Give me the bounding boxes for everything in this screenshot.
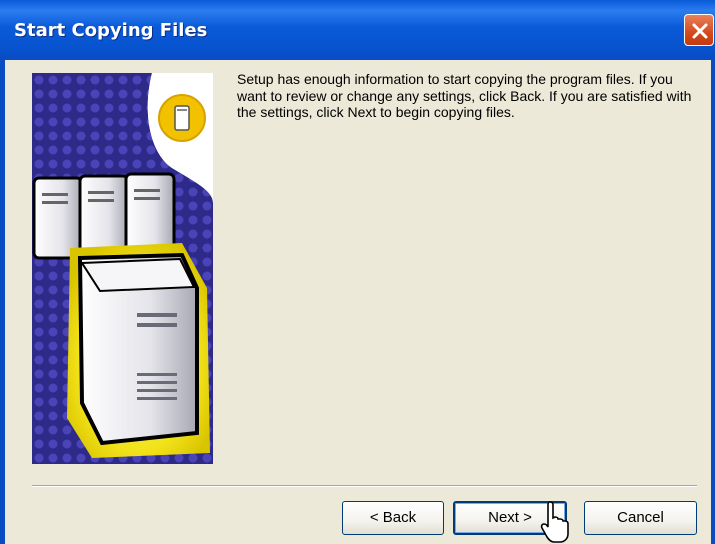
- setup-illustration: [32, 73, 213, 464]
- next-button[interactable]: Next >: [453, 501, 567, 535]
- close-button[interactable]: [684, 14, 714, 46]
- back-button[interactable]: < Back: [342, 501, 444, 535]
- button-separator: [32, 485, 697, 487]
- server-computers-illustration: [32, 73, 213, 464]
- title-bar[interactable]: Start Copying Files: [0, 0, 715, 60]
- setup-message: Setup has enough information to start co…: [237, 71, 692, 120]
- close-icon: [692, 23, 708, 39]
- window-title: Start Copying Files: [14, 20, 208, 41]
- window-frame-right: [711, 60, 715, 544]
- cancel-button[interactable]: Cancel: [584, 501, 697, 535]
